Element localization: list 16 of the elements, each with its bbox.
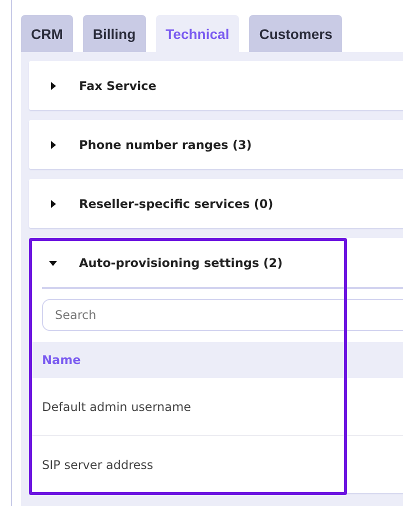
caret-right-icon — [49, 200, 57, 208]
tab[interactable]: Technical — [156, 15, 240, 52]
column-header: Name — [29, 342, 403, 378]
caret-down-icon — [49, 258, 57, 266]
section-header[interactable]: Phone number ranges (3) — [29, 120, 403, 169]
tab[interactable]: Billing — [82, 15, 146, 52]
caret-right-icon — [49, 140, 57, 148]
section-header[interactable]: Reseller-specific services (0) — [29, 179, 403, 228]
search-field[interactable]: Search — [42, 299, 403, 331]
table-cell: Default admin username — [29, 378, 403, 436]
caret-right-icon — [49, 82, 57, 90]
section-header[interactable]: Auto-provisioning settings (2) — [29, 238, 403, 287]
table-cell-text: SIP server address — [41, 456, 154, 474]
tab[interactable]: CRM — [21, 15, 73, 52]
tab[interactable]: Customers — [249, 15, 342, 52]
section-header[interactable]: Fax Service — [29, 61, 403, 110]
